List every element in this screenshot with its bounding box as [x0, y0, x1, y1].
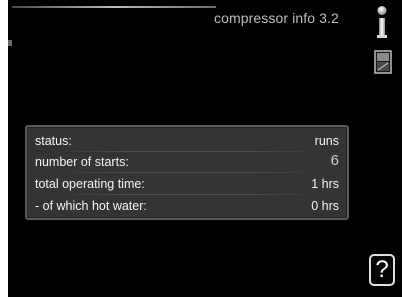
- screen-edge-marker: [8, 40, 12, 46]
- info-label: number of starts:: [35, 155, 129, 169]
- info-value: 1 hrs: [311, 177, 339, 191]
- help-icon: ?: [375, 256, 389, 283]
- page-title: compressor info 3.2: [214, 10, 339, 26]
- header-divider: [12, 6, 216, 8]
- info-value: 6: [330, 152, 339, 169]
- help-button[interactable]: ?: [369, 254, 395, 286]
- manual-book-icon[interactable]: [374, 50, 392, 74]
- info-row-status: status: runs: [35, 132, 339, 150]
- info-label: - of which hot water:: [35, 199, 147, 213]
- display-screen: compressor info 3.2 status: runs number …: [8, 0, 402, 297]
- row-divider: [35, 172, 339, 173]
- info-label: status:: [35, 134, 72, 148]
- row-divider: [35, 151, 339, 152]
- info-value: 0 hrs: [311, 199, 339, 213]
- row-divider: [35, 194, 339, 195]
- info-row-total-operating-time: total operating time: 1 hrs: [35, 175, 339, 193]
- info-label: total operating time:: [35, 177, 145, 191]
- info-row-hot-water-time: - of which hot water: 0 hrs: [35, 197, 339, 215]
- thermometer-icon[interactable]: [374, 5, 390, 40]
- info-row-number-of-starts: number of starts: 6: [35, 152, 339, 171]
- compressor-info-panel: status: runs number of starts: 6 total o…: [25, 125, 349, 220]
- info-value: runs: [314, 134, 339, 148]
